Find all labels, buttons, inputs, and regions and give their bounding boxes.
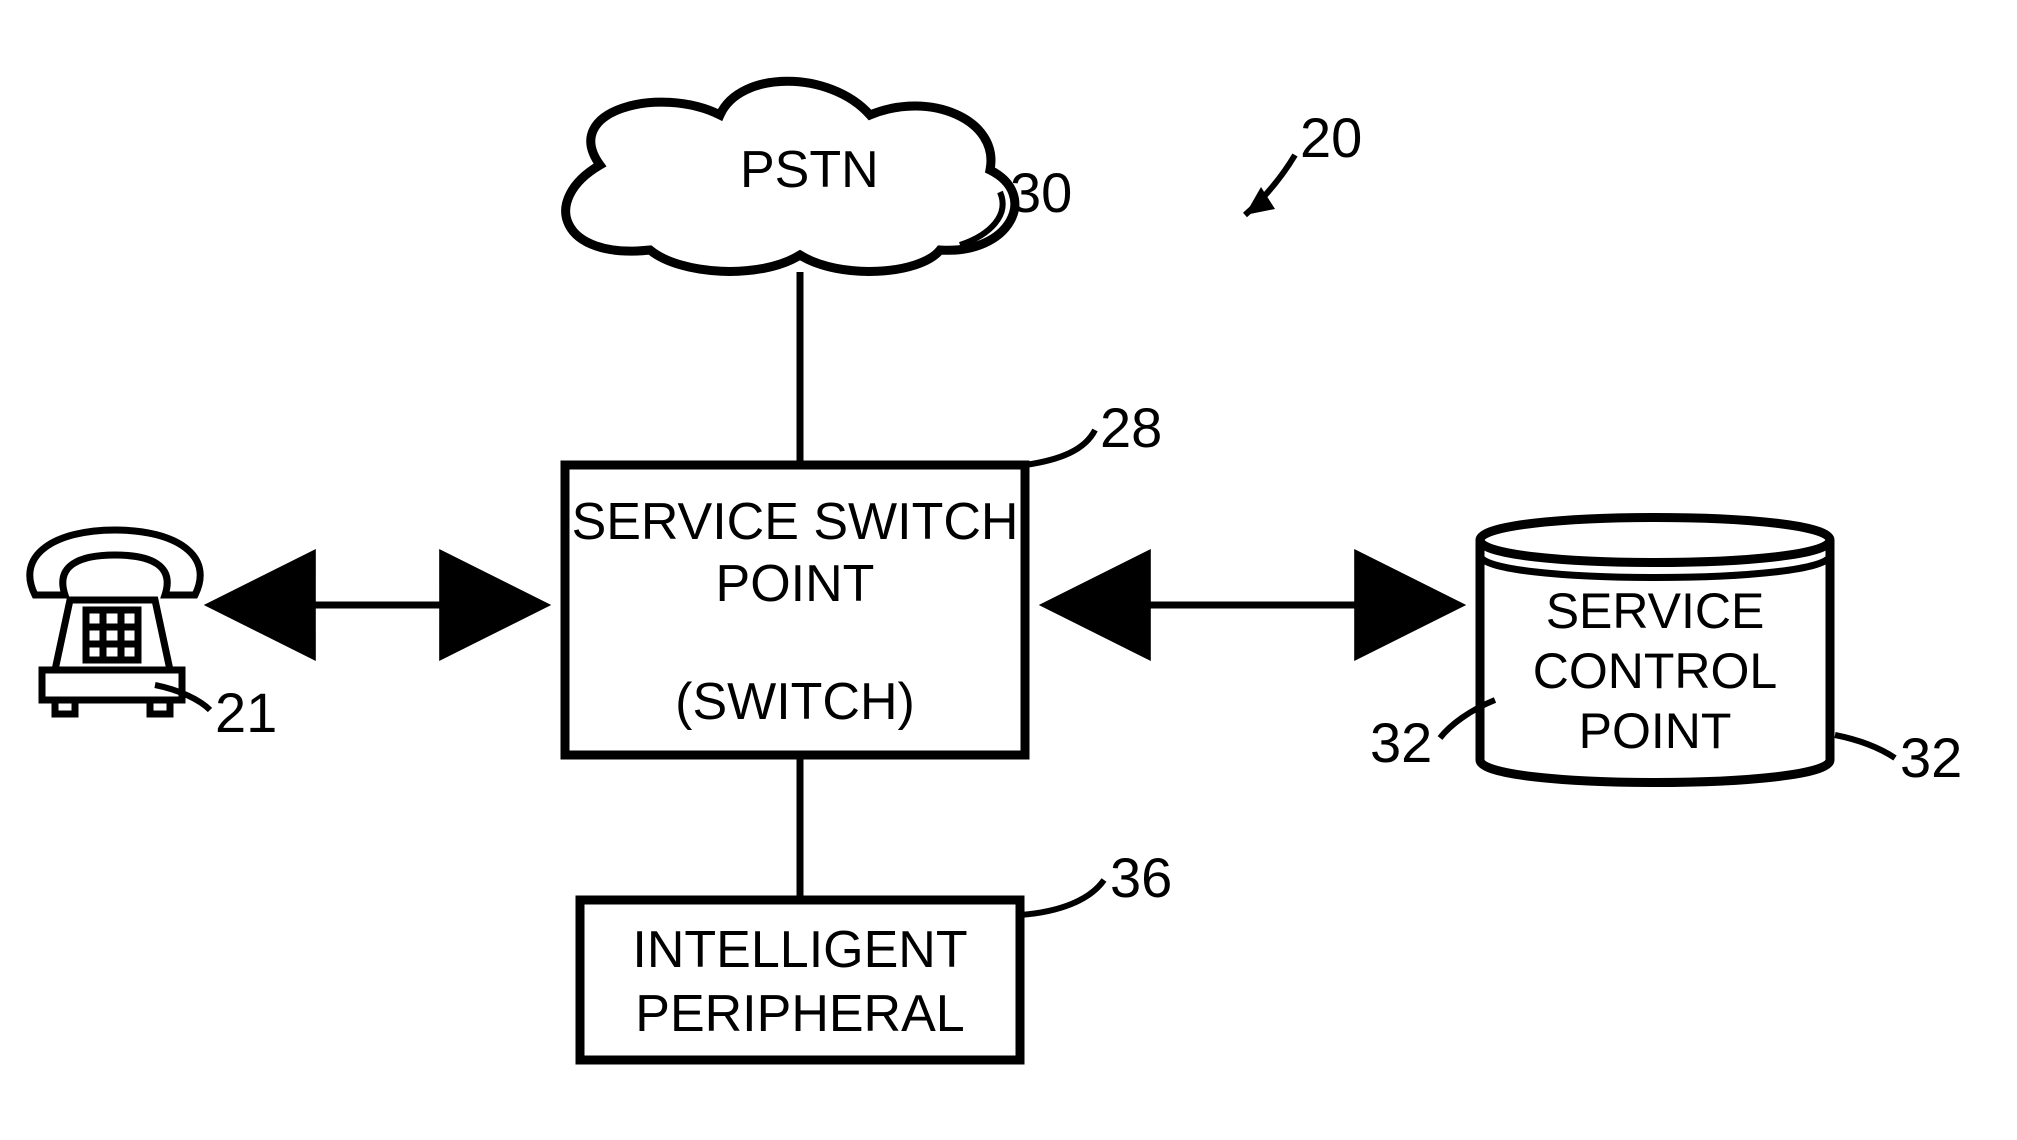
ref-32-right: 32 xyxy=(1900,725,1962,790)
leader-32-right xyxy=(1835,735,1895,758)
ref-21: 21 xyxy=(215,680,277,745)
ip-label-line1: INTELLIGENT xyxy=(580,918,1020,983)
diagram-stage: PSTN SERVICE SWITCH POINT (SWITCH) INTEL… xyxy=(0,0,2017,1140)
ssp-label-line1: SERVICE SWITCH xyxy=(565,490,1025,555)
scp-label-line3: POINT xyxy=(1480,700,1830,763)
telephone-icon xyxy=(30,530,200,714)
scp-label-line2: CONTROL xyxy=(1480,640,1830,703)
leader-36 xyxy=(1020,880,1104,915)
scp-label-line1: SERVICE xyxy=(1480,580,1830,643)
ref-32-left: 32 xyxy=(1370,710,1432,775)
ref-36: 36 xyxy=(1110,845,1172,910)
ref-30: 30 xyxy=(1010,160,1072,225)
ssp-label-line2: POINT xyxy=(565,552,1025,617)
leader-20 xyxy=(1245,155,1295,215)
pstn-label: PSTN xyxy=(740,142,879,199)
ref-20: 20 xyxy=(1300,105,1362,170)
ssp-label-line3: (SWITCH) xyxy=(565,670,1025,735)
leader-28 xyxy=(1025,430,1095,465)
ref-28: 28 xyxy=(1100,395,1162,460)
ip-label-line2: PERIPHERAL xyxy=(580,982,1020,1047)
